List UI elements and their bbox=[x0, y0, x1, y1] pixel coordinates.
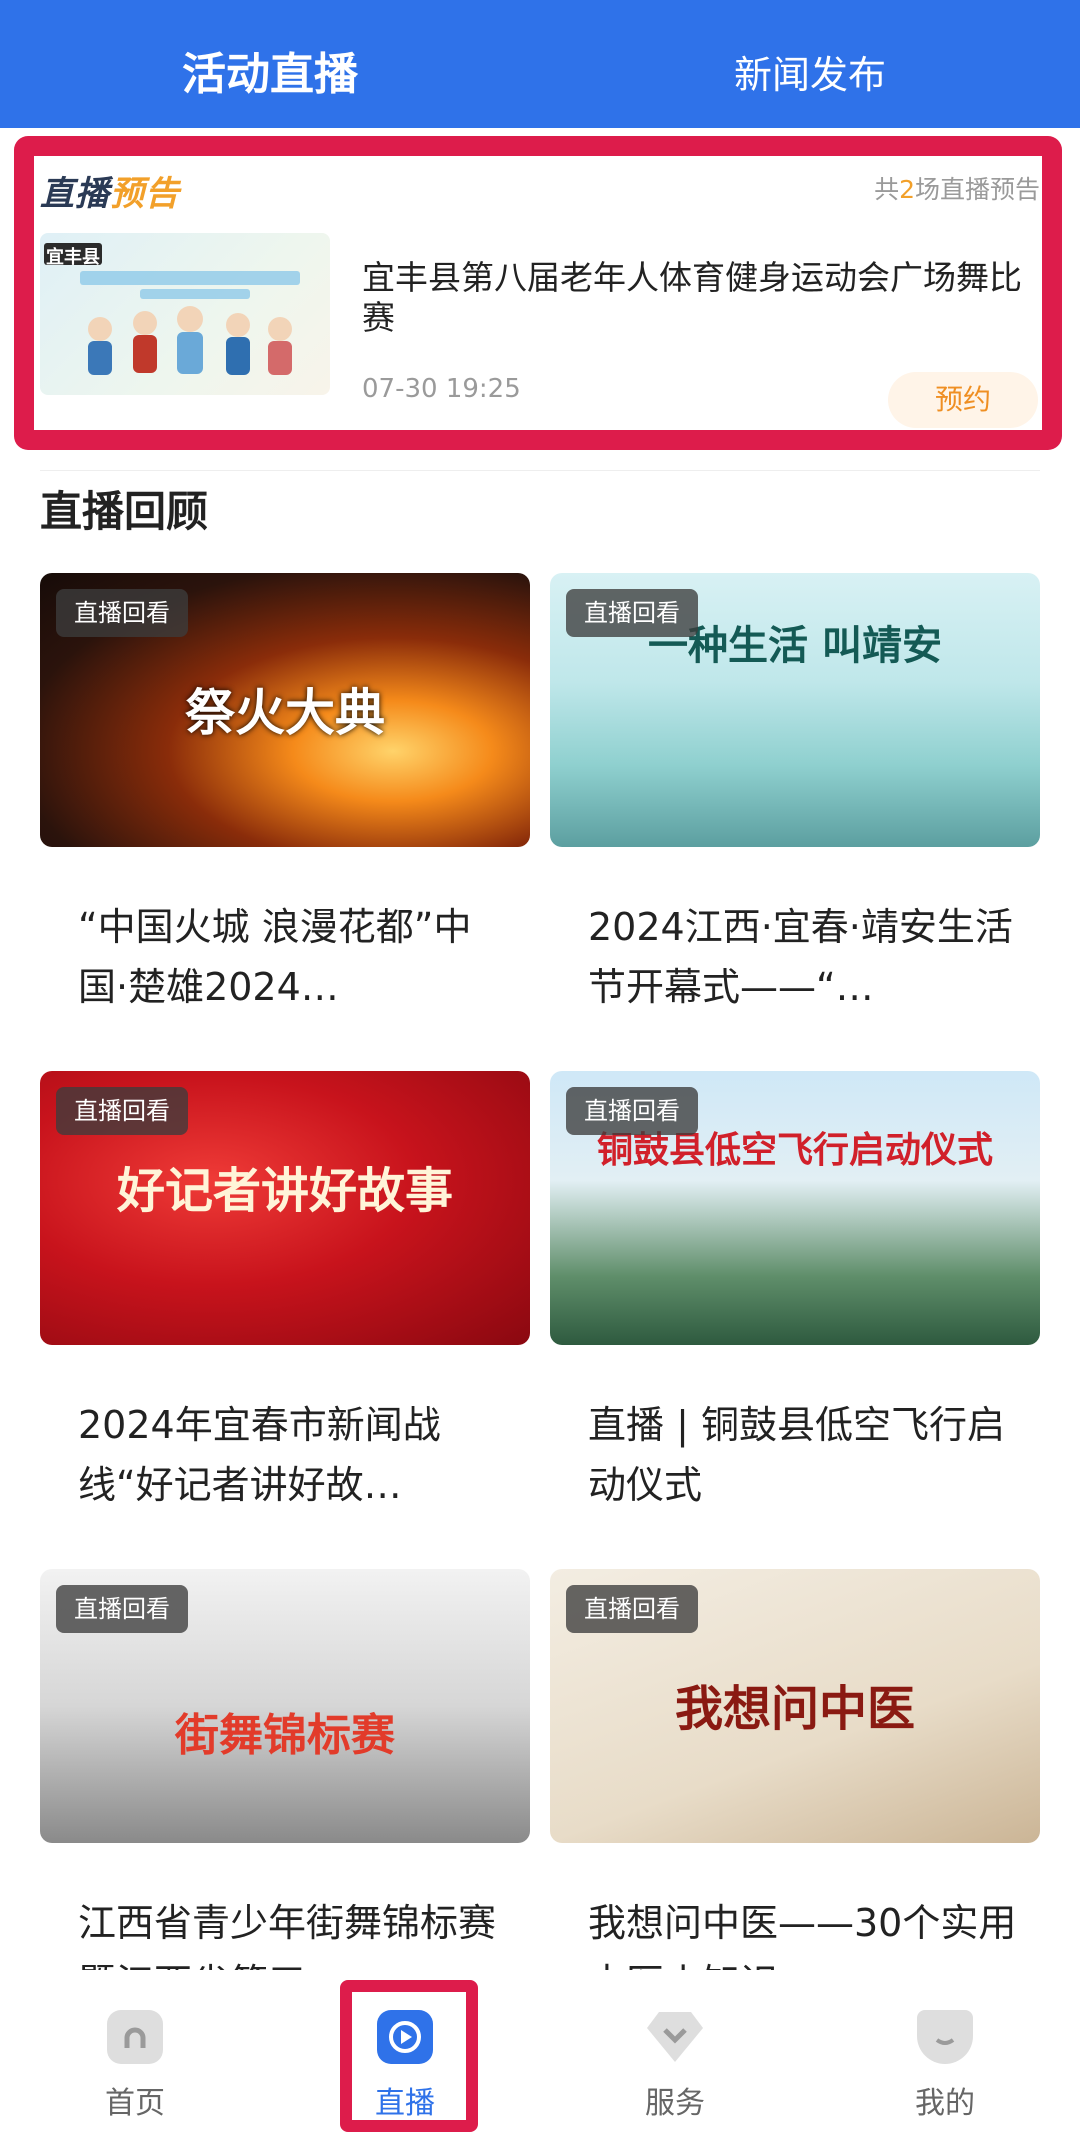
replay-badge: 直播回看 bbox=[566, 1585, 698, 1633]
replay-card-title[interactable]: “中国火城 浪漫花都”中国·楚雄2024… bbox=[78, 897, 508, 1017]
heart-icon bbox=[647, 2012, 703, 2062]
live-preview-logo: 直播预告 bbox=[40, 174, 180, 214]
nav-label-mine: 我的 bbox=[915, 2086, 975, 2121]
nav-live-highlight bbox=[340, 1980, 478, 2132]
replay-thumbnail[interactable]: 祭火大典 直播回看 bbox=[40, 573, 530, 847]
replay-card-title[interactable]: 2024年宜春市新闻战线“好记者讲好故… bbox=[78, 1395, 508, 1515]
replay-badge: 直播回看 bbox=[56, 1585, 188, 1633]
thumb-text: 祭火大典 bbox=[185, 684, 385, 742]
replay-thumbnail[interactable]: 铜鼓县低空飞行启动仪式 直播回看 bbox=[550, 1071, 1040, 1345]
replay-badge: 直播回看 bbox=[56, 1087, 188, 1135]
replay-thumbnail[interactable]: 我想问中医 直播回看 bbox=[550, 1569, 1040, 1843]
preview-thumbnail[interactable]: 宜丰县 bbox=[40, 233, 330, 395]
nav-item-mine[interactable]: 我的 bbox=[845, 1970, 1045, 2136]
tab-news-release[interactable]: 新闻发布 bbox=[640, 0, 980, 128]
preview-count[interactable]: 共2场直播预告 bbox=[874, 170, 1040, 206]
replay-thumbnail[interactable]: 一种生活 叫靖安 直播回看 bbox=[550, 573, 1040, 847]
reserve-button[interactable]: 预约 bbox=[888, 372, 1038, 428]
top-header: 活动直播 新闻发布 bbox=[0, 0, 1080, 128]
divider bbox=[40, 470, 1040, 471]
home-icon bbox=[107, 2010, 163, 2064]
replay-badge: 直播回看 bbox=[566, 1087, 698, 1135]
smile-icon bbox=[917, 2010, 973, 2064]
thumb-text: 我想问中医 bbox=[674, 1681, 915, 1737]
thumb-text: 街舞锦标赛 bbox=[175, 1710, 395, 1761]
nav-label-service: 服务 bbox=[645, 2086, 705, 2121]
nav-item-home[interactable]: 首页 bbox=[35, 1970, 235, 2136]
replay-card-title[interactable]: 直播 | 铜鼓县低空飞行启动仪式 bbox=[588, 1395, 1018, 1515]
preview-event-time: 07-30 19:25 bbox=[362, 374, 521, 404]
nav-label-home: 首页 bbox=[105, 2086, 165, 2121]
replay-badge: 直播回看 bbox=[56, 589, 188, 637]
replay-thumbnail[interactable]: 街舞锦标赛 直播回看 bbox=[40, 1569, 530, 1843]
replay-card-title[interactable]: 2024江西·宜春·靖安生活节开幕式——“… bbox=[588, 897, 1018, 1017]
replay-badge: 直播回看 bbox=[566, 589, 698, 637]
replay-thumbnail[interactable]: 好记者讲好故事 直播回看 bbox=[40, 1071, 530, 1345]
section-title-replay: 直播回顾 bbox=[40, 487, 209, 536]
thumb-text: 好记者讲好故事 bbox=[116, 1163, 453, 1219]
tab-live[interactable]: 活动直播 bbox=[100, 0, 440, 128]
preview-event-title[interactable]: 宜丰县第八届老年人体育健身运动会广场舞比赛 bbox=[362, 258, 1038, 338]
bottom-navigation: 首页 直播 服务 我的 bbox=[0, 1970, 1080, 2136]
preview-thumb-caption: 宜丰县 bbox=[46, 247, 100, 268]
nav-item-service[interactable]: 服务 bbox=[575, 1970, 775, 2136]
